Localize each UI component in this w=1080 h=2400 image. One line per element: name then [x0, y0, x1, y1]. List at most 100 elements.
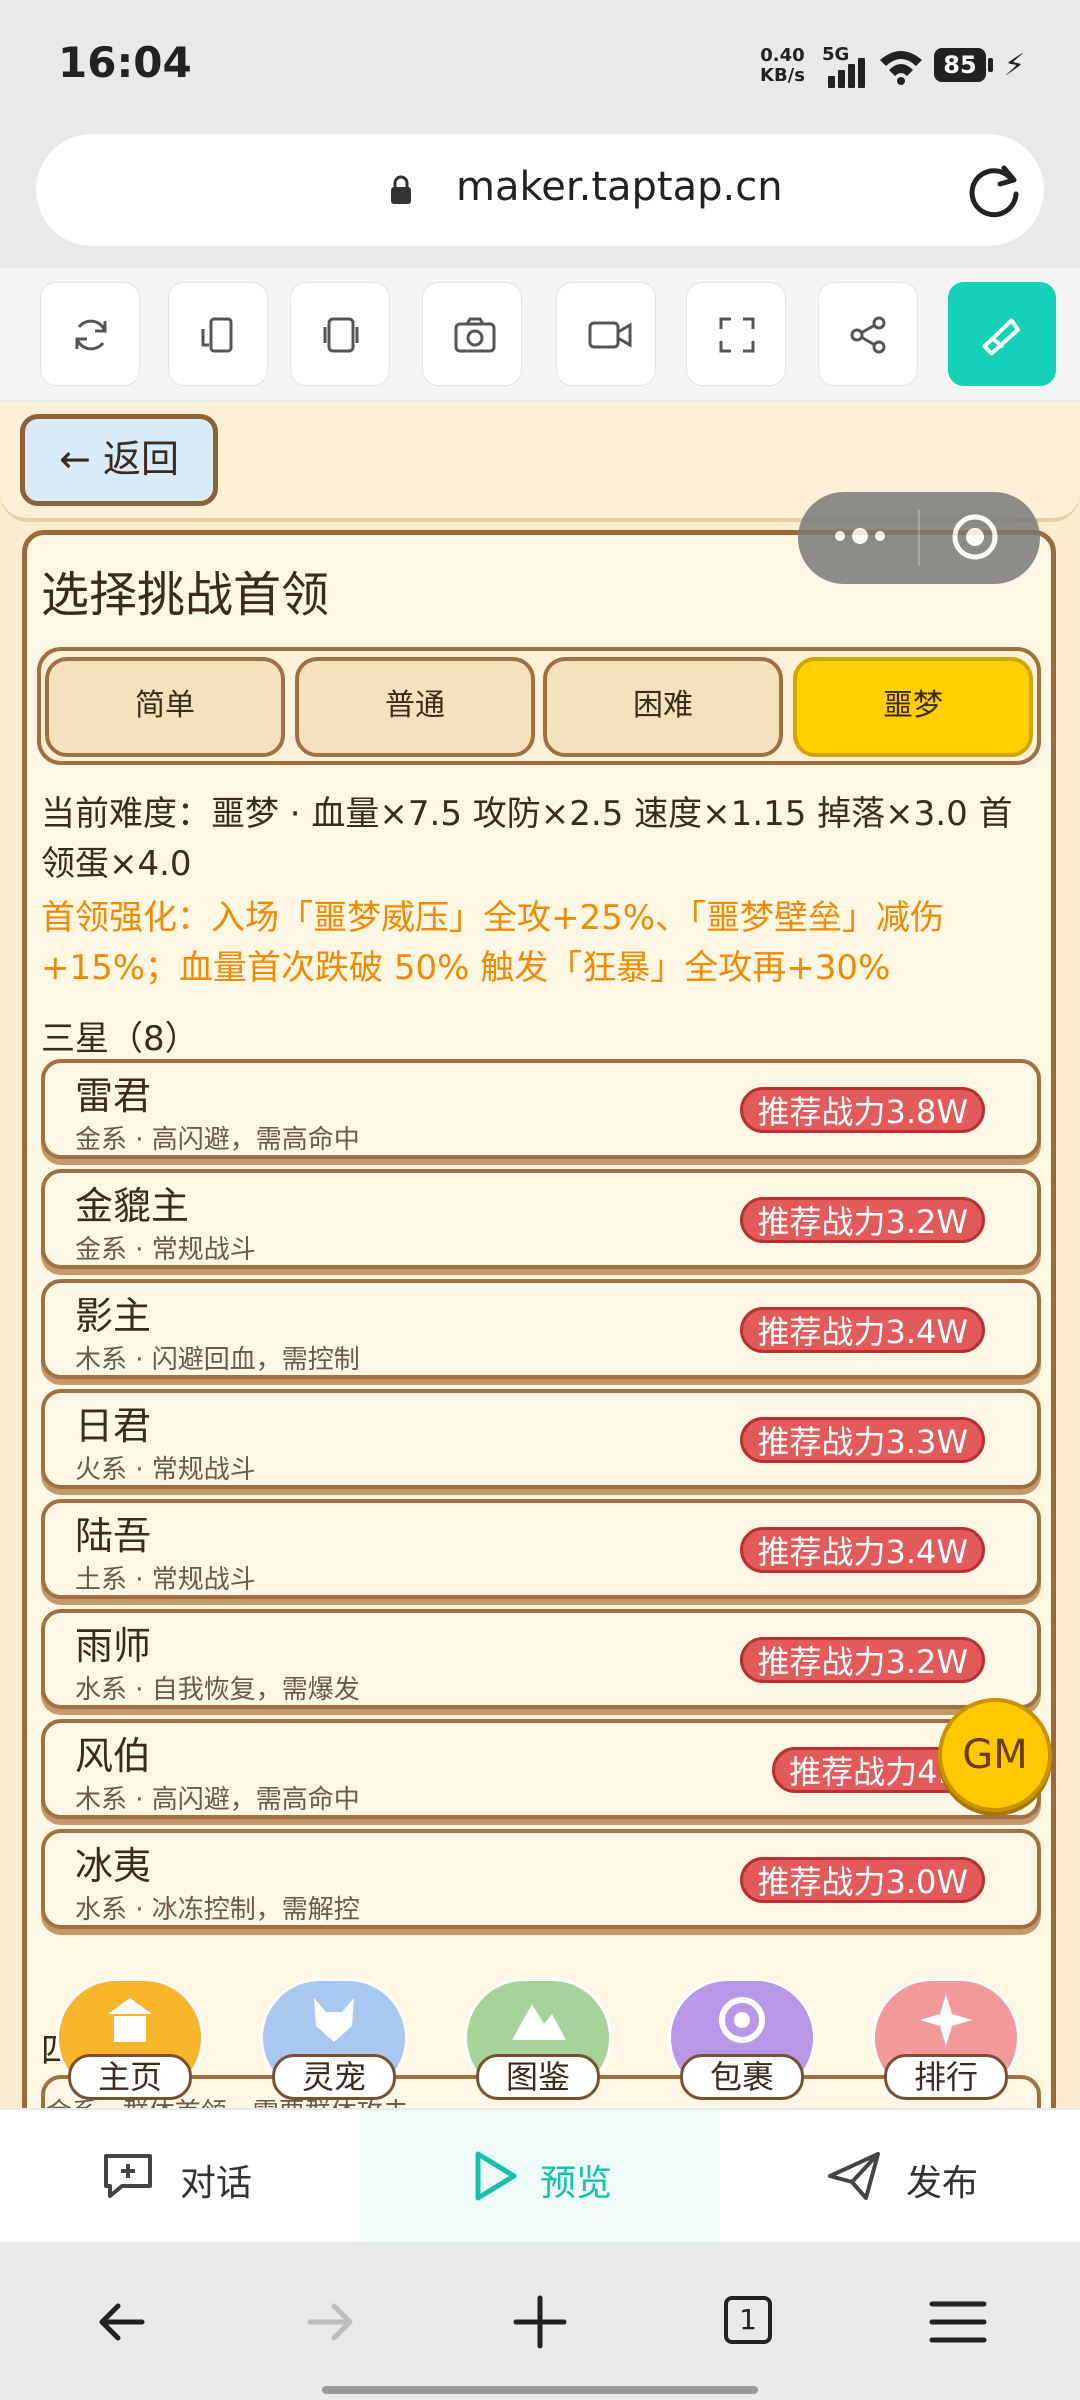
game-viewport[interactable]: ← 返回 选择挑战首领 简单 普通 困难 噩梦 当前难度：噩梦 · 血量×7.5… — [0, 402, 1080, 2108]
charging-icon: ⚡ — [1004, 48, 1026, 83]
new-tab-icon[interactable] — [510, 2292, 570, 2352]
menu-icon[interactable] — [928, 2292, 988, 2352]
address-bar[interactable]: maker.taptap.cn — [36, 134, 1044, 246]
boss-card[interactable]: 金貔主 金系 · 常规战斗 推荐战力3.2W — [41, 1169, 1041, 1269]
boss-card[interactable]: 风伯 木系 · 高闪避，需高命中 推荐战力4.3 — [41, 1719, 1041, 1819]
boss-name: 冰夷 — [75, 1844, 152, 1888]
boss-name: 影主 — [75, 1294, 152, 1338]
boss-desc: 木系 · 高闪避，需高命中 — [75, 1785, 360, 1815]
rotate-button[interactable] — [168, 282, 268, 386]
boss-name: 风伯 — [75, 1734, 152, 1778]
nav-label: 包裹 — [680, 2054, 804, 2100]
screenshot-button[interactable] — [422, 282, 522, 386]
home-indicator[interactable] — [322, 2386, 758, 2394]
boss-name: 日君 — [75, 1404, 152, 1448]
more-icon[interactable] — [832, 526, 888, 546]
gm-button[interactable]: GM — [938, 1698, 1052, 1812]
mountain-icon — [512, 2004, 566, 2040]
nav-label: 主页 — [68, 2054, 192, 2100]
panel-title: 选择挑战首领 — [41, 567, 330, 623]
preview-toolbar — [0, 268, 1080, 400]
lock-icon — [391, 175, 411, 204]
boss-card[interactable]: 冰夷 水系 · 冰冻控制，需解控 推荐战力3.0W — [41, 1829, 1041, 1929]
flower-icon — [920, 1994, 972, 2046]
fullscreen-button[interactable] — [686, 282, 786, 386]
record-button[interactable] — [556, 282, 656, 386]
duplicate-button[interactable] — [290, 282, 390, 386]
chat-icon — [104, 2154, 152, 2198]
share-button[interactable] — [818, 282, 918, 386]
play-icon — [475, 2151, 517, 2201]
fox-icon — [314, 1998, 354, 2042]
send-icon — [828, 2152, 880, 2200]
signal-icon — [828, 52, 868, 88]
url-text[interactable]: maker.taptap.cn — [456, 164, 783, 210]
boss-card[interactable]: 影主 木系 · 闪避回血，需控制 推荐战力3.4W — [41, 1279, 1041, 1379]
fullscreen-icon — [719, 317, 755, 353]
boss-select-panel: 选择挑战首领 简单 普通 困难 噩梦 当前难度：噩梦 · 血量×7.5 攻防×2… — [22, 530, 1056, 2108]
section-label-3star: 三星（8） — [41, 1019, 199, 1059]
bottom-tab-bar: 对话 预览 发布 — [0, 2110, 1080, 2242]
boss-desc: 木系 · 闪避回血，需控制 — [75, 1345, 360, 1375]
boss-desc: 土系 · 常规战斗 — [75, 1565, 256, 1595]
difficulty-easy[interactable]: 简单 — [45, 657, 285, 757]
tab-chat[interactable]: 对话 — [0, 2110, 360, 2242]
back-arrow-icon[interactable] — [92, 2292, 152, 2352]
camera-icon — [454, 317, 496, 353]
miniapp-capsule[interactable] — [798, 492, 1040, 584]
nav-home[interactable]: 主页 — [56, 1968, 206, 2108]
battery-tip — [988, 58, 993, 72]
close-miniapp-icon[interactable] — [950, 512, 1000, 562]
difficulty-hard[interactable]: 困难 — [543, 657, 783, 757]
tab-publish[interactable]: 发布 — [720, 2110, 1080, 2242]
boss-name: 陆吾 — [75, 1514, 152, 1558]
current-difficulty-text: 当前难度：噩梦 · 血量×7.5 攻防×2.5 速度×1.15 掉落×3.0 首… — [41, 794, 1013, 884]
boss-name: 雨师 — [75, 1624, 152, 1668]
status-bar: 16:04 0.40 KB/s 5G 85 ⚡ — [0, 0, 1080, 130]
tab-label: 预览 — [540, 2163, 613, 2204]
forward-arrow-icon[interactable] — [300, 2292, 360, 2352]
duplicate-icon — [323, 317, 359, 353]
share-icon — [850, 316, 886, 354]
tabs-button[interactable]: 1 — [720, 2292, 780, 2352]
boss-desc: 水系 · 冰冻控制，需解控 — [75, 1895, 360, 1925]
video-icon — [588, 321, 632, 349]
nav-codex[interactable]: 图鉴 — [464, 1968, 614, 2108]
temple-icon — [108, 1998, 152, 2042]
nav-bag[interactable]: 包裹 — [668, 1968, 818, 2108]
power-badge: 推荐战力3.2W — [740, 1637, 985, 1683]
power-badge: 推荐战力3.2W — [740, 1197, 985, 1243]
edit-button[interactable] — [948, 282, 1056, 386]
refresh-icon — [75, 319, 107, 351]
power-badge: 推荐战力3.0W — [740, 1857, 985, 1903]
boss-card[interactable]: 日君 火系 · 常规战斗 推荐战力3.3W — [41, 1389, 1041, 1489]
boss-desc: 金系 · 常规战斗 — [75, 1235, 256, 1265]
tab-preview[interactable]: 预览 — [360, 2110, 720, 2242]
boss-card[interactable]: 雷君 金系 · 高闪避，需高命中 推荐战力3.8W — [41, 1059, 1041, 1159]
power-badge: 推荐战力3.8W — [740, 1087, 985, 1133]
browser-nav-bar: 1 — [0, 2244, 1080, 2400]
nav-label: 图鉴 — [476, 2054, 600, 2100]
game-bottom-nav: 主页 灵宠 图鉴 包裹 排行 — [0, 1968, 1080, 2108]
clock: 16:04 — [58, 38, 192, 87]
nav-label: 排行 — [884, 2054, 1008, 2100]
difficulty-normal[interactable]: 普通 — [295, 657, 535, 757]
difficulty-nightmare[interactable]: 噩梦 — [793, 657, 1033, 757]
back-button[interactable]: ← 返回 — [20, 414, 218, 506]
boss-desc: 水系 · 自我恢复，需爆发 — [75, 1675, 360, 1705]
vortex-icon — [719, 1997, 765, 2043]
tab-count: 1 — [724, 2296, 772, 2344]
power-badge: 推荐战力3.3W — [740, 1417, 985, 1463]
nav-pets[interactable]: 灵宠 — [260, 1968, 410, 2108]
boss-card[interactable]: 雨师 水系 · 自我恢复，需爆发 推荐战力3.2W — [41, 1609, 1041, 1709]
boss-name: 金貔主 — [75, 1184, 190, 1228]
nav-label: 灵宠 — [272, 2054, 396, 2100]
boss-card[interactable]: 陆吾 土系 · 常规战斗 推荐战力3.4W — [41, 1499, 1041, 1599]
nav-rank[interactable]: 排行 — [872, 1968, 1022, 2108]
capsule-divider — [918, 510, 920, 566]
boss-desc: 金系 · 高闪避，需高命中 — [75, 1125, 360, 1155]
boss-boost-text: 首领强化：入场「噩梦威压」全攻+25%、「噩梦壁垒」减伤+15%；血量首次跌破 … — [41, 898, 945, 988]
boss-desc: 火系 · 常规战斗 — [75, 1455, 256, 1485]
refresh-button[interactable] — [40, 282, 140, 386]
reload-icon[interactable] — [964, 160, 1024, 220]
